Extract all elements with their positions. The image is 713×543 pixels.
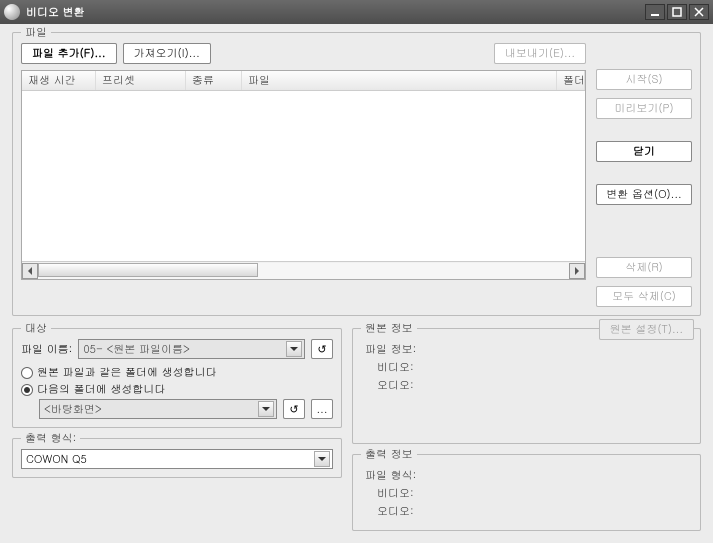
minimize-button[interactable]: [645, 4, 665, 20]
chevron-down-icon: [286, 341, 302, 357]
outinfo-audio-label: 오디오:: [377, 504, 414, 519]
origin-settings-button[interactable]: 원본 설정(T)...: [599, 319, 694, 340]
radio-icon: [21, 367, 33, 379]
convert-options-button[interactable]: 변환 옵션(O)...: [596, 184, 692, 205]
scroll-thumb[interactable]: [38, 263, 258, 277]
outinfo-fileformat-label: 파일 형식:: [365, 468, 416, 483]
window-buttons: [645, 4, 709, 20]
target-legend: 대상: [21, 321, 51, 336]
origin-legend: 원본 정보: [361, 321, 417, 336]
col-folder[interactable]: 폴더: [557, 71, 585, 90]
scroll-left-icon[interactable]: [22, 263, 38, 279]
close-button[interactable]: [689, 4, 709, 20]
import-button[interactable]: 가져오기(I)...: [123, 43, 211, 64]
scroll-right-icon[interactable]: [569, 263, 585, 279]
window-title: 비디오 변환: [26, 5, 645, 20]
chevron-down-icon: [258, 401, 274, 417]
scroll-track[interactable]: [38, 263, 569, 279]
ellipsis-icon: ...: [316, 402, 327, 417]
filename-label: 파일 이름:: [21, 342, 72, 357]
origin-audio-label: 오디오:: [377, 378, 414, 393]
filename-value: 05- <원본 파일이름>: [83, 342, 190, 357]
browse-folder-button[interactable]: ...: [311, 399, 333, 419]
delete-button[interactable]: 삭제(R): [596, 257, 692, 278]
col-file[interactable]: 파일: [242, 71, 557, 90]
output-format-legend: 출력 형식:: [21, 431, 80, 446]
radio-icon: [21, 384, 33, 396]
folder-value: <바탕화면>: [44, 402, 102, 417]
radio-custom-folder[interactable]: 다음의 폴더에 생성합니다: [21, 382, 333, 397]
file-list-header: 재생 시간 프리셋 종류 파일 폴더: [22, 71, 585, 91]
undo-icon: ↺: [289, 402, 298, 417]
folder-select[interactable]: <바탕화면>: [39, 399, 277, 419]
origin-info-group: 원본 정보 원본 설정(T)... 파일 정보: 비디오: 오디오:: [352, 328, 701, 444]
preview-button[interactable]: 미리보기(P): [596, 98, 692, 119]
col-preset[interactable]: 프리셋: [96, 71, 186, 90]
add-file-button[interactable]: 파일 추가(F)...: [21, 43, 117, 64]
radio-custom-label: 다음의 폴더에 생성합니다: [37, 382, 165, 397]
start-button[interactable]: 시작(S): [596, 69, 692, 90]
undo-icon: ↺: [317, 342, 326, 357]
file-list: 재생 시간 프리셋 종류 파일 폴더: [21, 70, 586, 280]
target-group: 대상 파일 이름: 05- <원본 파일이름> ↺ 원본 파일: [12, 328, 342, 428]
radio-same-label: 원본 파일과 같은 폴더에 생성합니다: [37, 365, 217, 380]
delete-all-button[interactable]: 모두 삭제(C): [596, 286, 692, 307]
chevron-down-icon: [314, 451, 330, 467]
outinfo-video-label: 비디오:: [377, 486, 414, 501]
close-app-button[interactable]: 닫기: [596, 141, 692, 162]
side-buttons: 시작(S) 미리보기(P) 닫기 변환 옵션(O)... 삭제(R) 모두 삭제…: [596, 43, 692, 307]
maximize-button[interactable]: [667, 4, 687, 20]
output-format-group: 출력 형식: COWON Q5: [12, 438, 342, 478]
file-group-legend: 파일: [21, 25, 51, 40]
export-button[interactable]: 내보내기(E)...: [494, 43, 586, 64]
file-group: 파일 파일 추가(F)... 가져오기(I)... 내보내기(E)... 재생 …: [12, 32, 701, 316]
folder-undo-button[interactable]: ↺: [283, 399, 305, 419]
filename-select[interactable]: 05- <원본 파일이름>: [78, 339, 305, 359]
title-bar: 비디오 변환: [0, 0, 713, 24]
origin-video-label: 비디오:: [377, 360, 414, 375]
col-kind[interactable]: 종류: [186, 71, 242, 90]
output-info-group: 출력 정보 파일 형식: 비디오: 오디오:: [352, 454, 701, 531]
origin-fileinfo-label: 파일 정보:: [365, 342, 416, 357]
filename-undo-button[interactable]: ↺: [311, 339, 333, 359]
horizontal-scrollbar[interactable]: [22, 261, 585, 279]
output-format-select[interactable]: COWON Q5: [21, 449, 333, 469]
radio-same-folder[interactable]: 원본 파일과 같은 폴더에 생성합니다: [21, 365, 333, 380]
app-icon: [4, 4, 20, 20]
col-playtime[interactable]: 재생 시간: [22, 71, 96, 90]
outinfo-legend: 출력 정보: [361, 447, 417, 462]
output-format-value: COWON Q5: [26, 452, 87, 467]
file-list-body[interactable]: [22, 91, 585, 261]
